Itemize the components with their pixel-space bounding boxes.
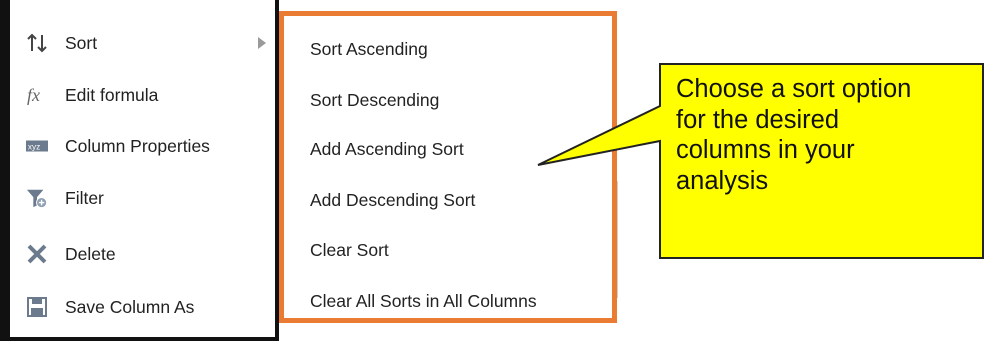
menu-item-label: Edit formula [65,84,159,105]
submenu-item-clear-sort[interactable]: Clear Sort [310,240,389,261]
menu-item-sort[interactable]: Sort [10,18,275,68]
menu-item-label: Sort [65,32,98,53]
svg-text:xyz: xyz [28,143,40,152]
menu-item-save-column-as[interactable]: Save Column As [10,282,275,332]
callout-line: for the desired [676,105,840,134]
callout-line: Choose a sort option [676,75,912,103]
menu-item-column-properties[interactable]: xyz Column Properties [10,121,275,171]
submenu-item-sort-descending[interactable]: Sort Descending [310,90,439,111]
context-menu: Sort fx Edit formula xyz Column Properti… [0,0,279,341]
menu-item-delete[interactable]: Delete [10,229,275,279]
sort-submenu: Sort Ascending Sort Descending Add Ascen… [279,11,617,323]
chevron-right-icon [258,37,266,49]
menu-item-edit-formula[interactable]: fx Edit formula [10,70,275,120]
callout-line: analysis [676,166,769,195]
filter-icon [26,186,48,210]
callout-text: Choose a sort option for the desired col… [676,74,981,196]
svg-text:fx: fx [27,85,40,105]
xyz-icon: xyz [26,134,48,158]
sort-icon [26,31,48,55]
close-icon [26,242,48,266]
underlying-page-edge [617,181,628,298]
menu-item-label: Filter [65,187,104,208]
submenu-item-add-descending-sort[interactable]: Add Descending Sort [310,190,475,211]
menu-item-filter[interactable]: Filter [10,173,275,223]
fx-icon: fx [26,83,48,107]
submenu-item-sort-ascending[interactable]: Sort Ascending [310,39,428,60]
menu-item-label: Column Properties [65,135,210,156]
submenu-item-clear-all-sorts[interactable]: Clear All Sorts in All Columns [310,291,537,312]
menu-item-label: Delete [65,243,116,264]
save-icon [26,295,48,319]
callout-line: columns in your [676,136,855,164]
menu-item-label: Save Column As [65,296,195,317]
submenu-item-add-ascending-sort[interactable]: Add Ascending Sort [310,139,464,160]
